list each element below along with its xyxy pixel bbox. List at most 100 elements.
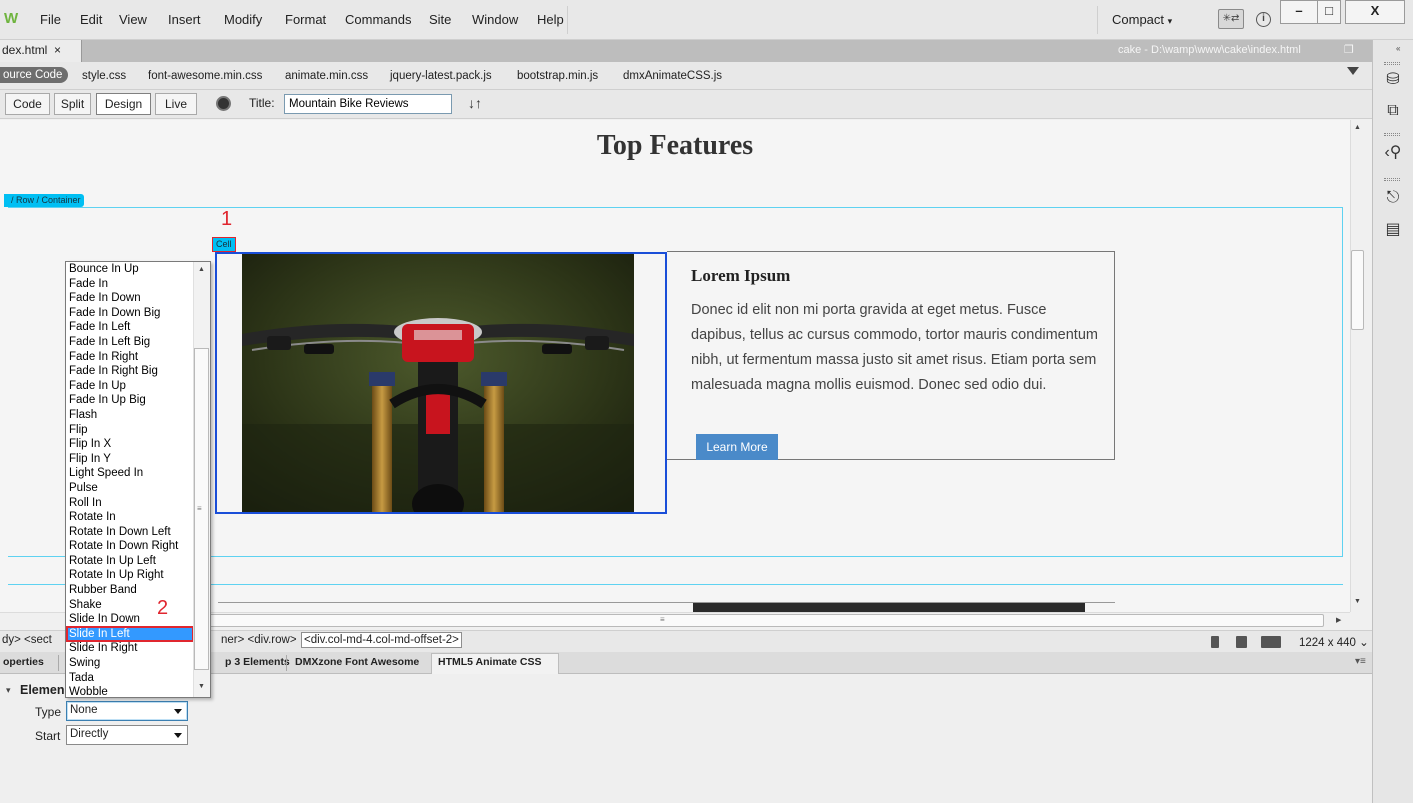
mobile-size-icon[interactable] — [1211, 636, 1219, 648]
animation-option[interactable]: Light Speed In — [67, 466, 193, 481]
split-view-button[interactable]: Split — [54, 93, 91, 115]
scroll-grip-icon: ≡ — [660, 615, 665, 624]
menu-site[interactable]: Site — [429, 12, 451, 27]
tag-path-selected[interactable]: <div.col-md-4.col-md-offset-2> — [301, 632, 462, 648]
database-icon[interactable]: ⛁ — [1383, 70, 1403, 90]
animation-option[interactable]: Wobble — [67, 685, 193, 700]
sort-icon[interactable]: ↓↑ — [468, 95, 482, 111]
animation-type-select[interactable]: None — [66, 701, 188, 721]
related-file[interactable]: font-awesome.min.css — [148, 70, 262, 82]
animation-option[interactable]: Rotate In Down Left — [67, 525, 193, 540]
animation-option[interactable]: Rotate In Down Right — [67, 539, 193, 554]
animation-option[interactable]: Fade In — [67, 277, 193, 292]
start-label: Start — [35, 729, 61, 743]
animation-option[interactable]: Fade In Up — [67, 379, 193, 394]
menu-insert[interactable]: Insert — [168, 12, 201, 27]
tab-properties[interactable]: operties — [3, 656, 44, 668]
dom-tree-icon[interactable]: ⎋ — [1383, 188, 1403, 208]
close-icon[interactable]: × — [54, 43, 61, 57]
animation-option[interactable]: Rubber Band — [67, 583, 193, 598]
tab-bootstrap-elements[interactable]: p 3 Elements — [225, 656, 290, 668]
cell-tag[interactable]: Cell — [212, 237, 236, 252]
tab-font-awesome[interactable]: DMXzone Font Awesome — [295, 656, 419, 668]
animation-option[interactable]: Flash — [67, 408, 193, 423]
menu-file[interactable]: File — [40, 12, 61, 27]
animation-option[interactable]: Rotate In Up Left — [67, 554, 193, 569]
learn-more-button[interactable]: Learn More — [696, 434, 778, 460]
scroll-up-icon[interactable]: ▲ — [198, 266, 205, 273]
related-file[interactable]: bootstrap.min.js — [517, 70, 598, 82]
document-tab[interactable]: dex.html × — [0, 40, 82, 62]
menu-modify[interactable]: Modify — [224, 12, 262, 27]
animation-option[interactable]: Fade In Left — [67, 320, 193, 335]
vertical-scroll-thumb[interactable] — [1351, 250, 1364, 330]
step-2-annotation: 2 — [157, 597, 169, 619]
menu-commands[interactable]: Commands — [345, 12, 411, 27]
menu-view[interactable]: View — [119, 12, 147, 27]
menu-help[interactable]: Help — [537, 12, 564, 27]
scroll-down-icon[interactable]: ▼ — [198, 683, 205, 690]
sync-settings-icon[interactable]: ✳⇄ — [1218, 9, 1244, 29]
restore-icon[interactable]: ❐ — [1344, 43, 1354, 56]
related-file[interactable]: jquery-latest.pack.js — [390, 70, 492, 82]
related-file[interactable]: dmxAnimateCSS.js — [623, 70, 722, 82]
animation-option[interactable]: Tada — [67, 671, 193, 686]
animation-option[interactable]: Rotate In Up Right — [67, 568, 193, 583]
animation-option[interactable]: Slide In Right — [67, 641, 193, 656]
maximize-button[interactable]: □ — [1317, 0, 1341, 24]
animation-option[interactable]: Shake — [67, 598, 193, 613]
preview-in-browser-icon[interactable] — [216, 96, 231, 111]
vertical-scrollbar[interactable] — [1350, 120, 1365, 612]
menu-window[interactable]: Window — [472, 12, 518, 27]
design-view-button[interactable]: Design — [96, 93, 151, 115]
code-inspector-icon[interactable]: ‹⚲ — [1383, 143, 1403, 163]
close-button[interactable]: X — [1345, 0, 1405, 24]
animation-option[interactable]: Pulse — [67, 481, 193, 496]
animation-option[interactable]: Bounce In Up — [67, 262, 193, 277]
scroll-right-icon[interactable]: ▶ — [1336, 616, 1341, 624]
animation-option[interactable]: Rotate In — [67, 510, 193, 525]
tag-path-item[interactable]: dy> <sect — [2, 634, 52, 646]
window-size-readout[interactable]: 1224 x 440 ⌄ — [1299, 635, 1369, 649]
animation-option[interactable]: Fade In Down Big — [67, 306, 193, 321]
scroll-down-icon[interactable]: ▼ — [1354, 598, 1361, 605]
animation-option[interactable]: Fade In Right — [67, 350, 193, 365]
collapse-icon[interactable]: ▾ — [6, 685, 11, 696]
workspace-switcher[interactable]: Compact ▾ — [1112, 12, 1172, 27]
animation-option[interactable]: Fade In Up Big — [67, 393, 193, 408]
animation-option[interactable]: Flip In X — [67, 437, 193, 452]
animation-option[interactable]: Fade In Right Big — [67, 364, 193, 379]
tablet-size-icon[interactable] — [1236, 636, 1247, 648]
related-file[interactable]: style.css — [82, 70, 126, 82]
tag-path-item[interactable]: ner> <div.row> — [221, 634, 297, 646]
feature-description: Donec id elit non mi porta gravida at eg… — [691, 302, 1098, 393]
live-view-button[interactable]: Live — [155, 93, 197, 115]
scroll-up-icon[interactable]: ▲ — [1354, 124, 1361, 131]
animation-start-select[interactable]: Directly — [66, 725, 188, 745]
menu-format[interactable]: Format — [285, 12, 326, 27]
related-file[interactable]: animate.min.css — [285, 70, 368, 82]
panel-menu-icon[interactable]: ▾≡ — [1355, 656, 1366, 667]
animation-option[interactable]: Roll In — [67, 496, 193, 511]
animation-option[interactable]: Fade In Left Big — [67, 335, 193, 350]
filter-icon[interactable] — [1347, 67, 1359, 75]
code-view-button[interactable]: Code — [5, 93, 50, 115]
animation-option[interactable]: Flip — [67, 423, 193, 438]
animation-option[interactable]: Flip In Y — [67, 452, 193, 467]
minimize-button[interactable]: – — [1280, 0, 1318, 24]
animation-option[interactable]: Swing — [67, 656, 193, 671]
snippets-icon[interactable]: ▤ — [1383, 220, 1403, 240]
assets-icon[interactable]: ⧉ — [1383, 101, 1403, 121]
animation-option[interactable]: Slide In Left — [66, 625, 194, 643]
horizontal-scroll-thumb[interactable] — [207, 614, 1324, 627]
menu-edit[interactable]: Edit — [80, 12, 102, 27]
row-container-tag[interactable]: / Row / Container — [4, 194, 84, 207]
animation-option[interactable]: Fade In Down — [67, 291, 193, 306]
title-input[interactable] — [284, 94, 452, 114]
animation-option[interactable]: Slide In Down — [67, 612, 193, 627]
collapse-dock-icon[interactable]: « — [1396, 44, 1400, 53]
desktop-size-icon[interactable] — [1261, 636, 1281, 648]
tab-html5-animate-css[interactable]: HTML5 Animate CSS — [438, 656, 541, 668]
source-code-button[interactable]: ource Code — [0, 67, 69, 83]
info-icon[interactable]: i — [1256, 12, 1271, 27]
